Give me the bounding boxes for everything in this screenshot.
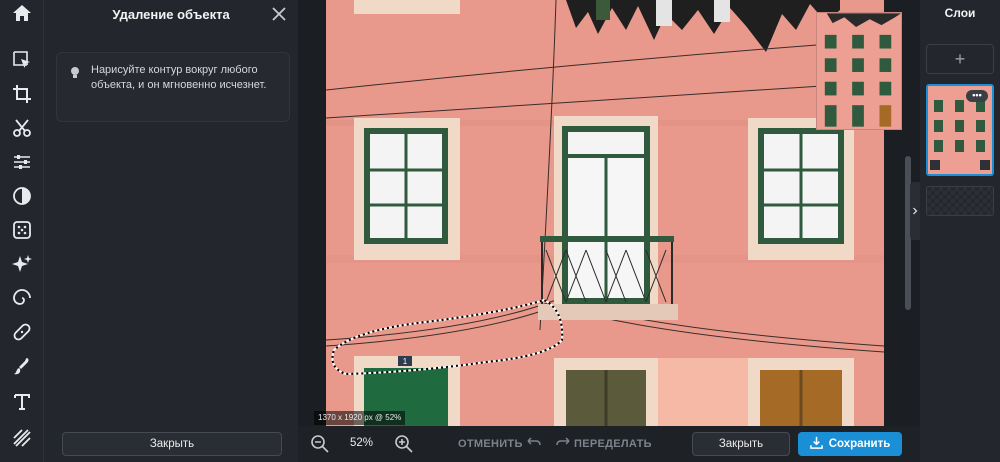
- panel-header: Удаление объекта: [44, 0, 298, 28]
- text-icon[interactable]: [8, 388, 36, 416]
- spiral-icon[interactable]: [8, 284, 36, 312]
- hint-box: Нарисуйте контур вокруг любого объекта, …: [56, 52, 290, 122]
- layer-thumbnail[interactable]: •••: [926, 84, 994, 176]
- layers-panel: Слои + •••: [920, 0, 1000, 462]
- photo-canvas[interactable]: 1: [326, 0, 884, 426]
- magic-icon[interactable]: [8, 250, 36, 278]
- zoom-in-icon[interactable]: [394, 434, 414, 454]
- select-icon[interactable]: [8, 46, 36, 74]
- cut-icon[interactable]: [8, 114, 36, 142]
- brush-icon[interactable]: [8, 352, 36, 380]
- redo-icon: [556, 437, 570, 450]
- panel-close-button[interactable]: Закрыть: [62, 432, 282, 456]
- empty-layer-slot[interactable]: [926, 186, 994, 216]
- tool-strip: [0, 0, 44, 462]
- lightbulb-icon: [69, 66, 81, 80]
- redo-button[interactable]: ПЕРЕДЕЛАТЬ: [556, 437, 652, 450]
- pattern-icon[interactable]: [8, 424, 36, 452]
- undo-button[interactable]: ОТМЕНИТЬ: [458, 437, 541, 450]
- hint-text: Нарисуйте контур вокруг любого объекта, …: [91, 64, 267, 91]
- close-button[interactable]: Закрыть: [692, 432, 790, 456]
- home-icon[interactable]: [12, 4, 32, 22]
- download-icon: [809, 436, 823, 452]
- redo-label: ПЕРЕДЕЛАТЬ: [574, 437, 652, 450]
- texture-icon[interactable]: [8, 216, 36, 244]
- zoom-value: 52%: [350, 437, 374, 449]
- photo-editor-app: Удаление объекта Нарисуйте контур вокруг…: [0, 0, 1000, 462]
- close-icon[interactable]: [270, 5, 288, 23]
- crop-icon[interactable]: [8, 80, 36, 108]
- layers-title: Слои: [944, 6, 976, 20]
- adjust-icon[interactable]: [8, 148, 36, 176]
- undo-icon: [527, 437, 541, 450]
- image-size-label: 1370 x 1920 px @ 52%: [314, 411, 406, 425]
- healing-icon[interactable]: [8, 318, 36, 346]
- navigator-preview[interactable]: [816, 12, 902, 130]
- chevron-right-icon[interactable]: [910, 182, 920, 240]
- object-removal-panel: Удаление объекта Нарисуйте контур вокруг…: [44, 0, 298, 462]
- contrast-icon[interactable]: [8, 182, 36, 210]
- building-number: 1: [403, 357, 408, 366]
- add-layer-button[interactable]: +: [926, 44, 994, 74]
- panel-title: Удаление объекта: [112, 6, 230, 22]
- canvas-area[interactable]: 1 1370 x 1920 px @ 52%: [298, 0, 920, 426]
- zoom-out-icon[interactable]: [310, 434, 330, 454]
- save-label: Сохранить: [828, 438, 891, 450]
- save-button[interactable]: Сохранить: [798, 432, 902, 456]
- undo-label: ОТМЕНИТЬ: [458, 437, 523, 450]
- layer-menu-button[interactable]: •••: [966, 90, 988, 102]
- bottom-toolbar: 52% ОТМЕНИТЬ ПЕРЕДЕЛАТЬ Закрыть Сохранит…: [298, 426, 920, 462]
- building-photo: 1: [326, 0, 884, 426]
